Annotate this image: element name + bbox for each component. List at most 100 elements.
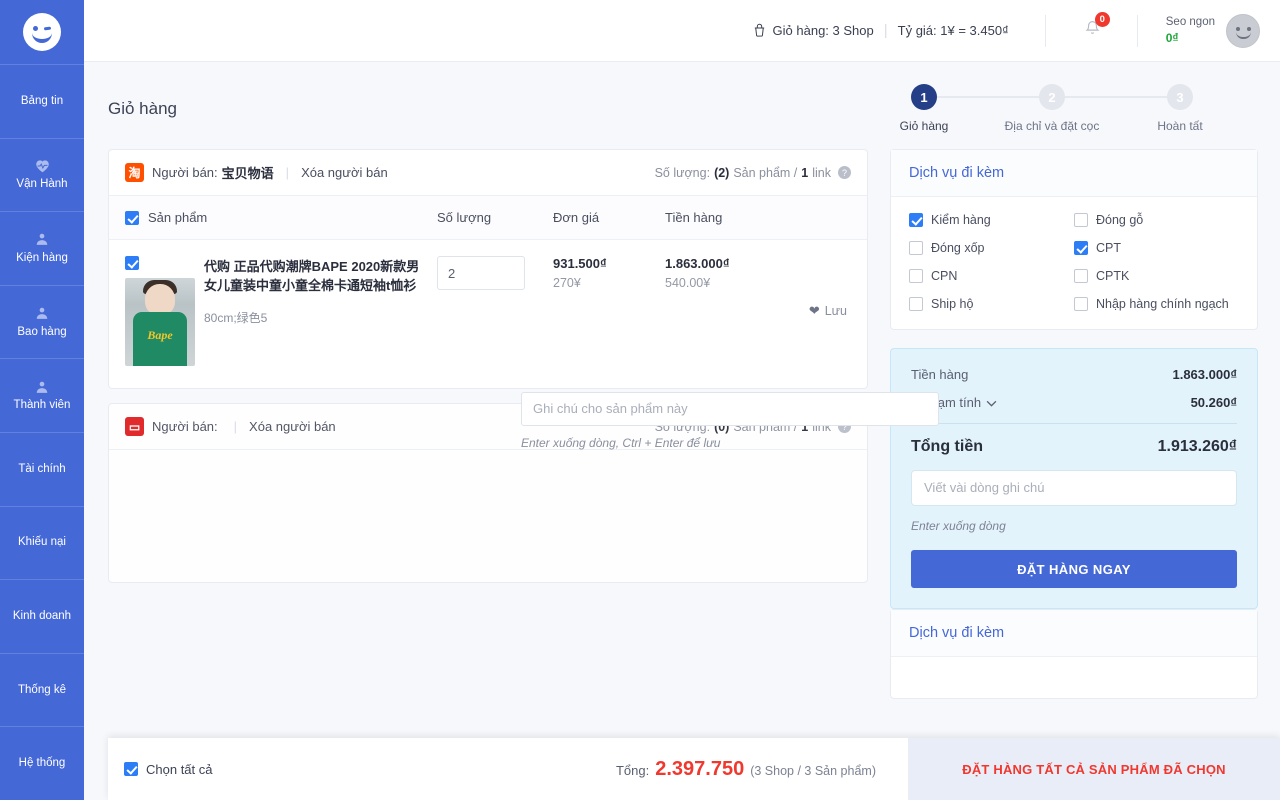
summary-goods-row: Tiền hàng 1.863.000₫: [911, 367, 1237, 382]
service-nhap-hang-chinh-ngach[interactable]: Nhập hàng chính ngạch: [1074, 297, 1239, 311]
unit-price-cell: 931.500₫ 270¥: [553, 256, 665, 366]
step-hoan-tat[interactable]: 3 Hoàn tất: [1116, 84, 1244, 133]
count-value: (2): [714, 165, 730, 180]
service-checkbox[interactable]: [1074, 269, 1088, 283]
amount-cell: 1.863.000₫ 540.00¥: [665, 256, 805, 366]
seller-sep-2: |: [233, 419, 238, 434]
service-checkbox[interactable]: [1074, 213, 1088, 227]
user-menu[interactable]: Seo ngon 0₫: [1165, 13, 1280, 48]
item-checkbox[interactable]: [125, 256, 139, 270]
select-all-seller-checkbox[interactable]: [125, 210, 139, 225]
user-icon: [35, 379, 49, 394]
delete-seller-button[interactable]: Xóa người bán: [301, 165, 388, 180]
sidebar-item-thong-ke[interactable]: Thống kê: [0, 652, 84, 727]
service-checkbox[interactable]: [1074, 297, 1088, 311]
bottom-total-label: Tổng:: [615, 762, 650, 778]
summary-fee-value: 50.260₫: [1190, 395, 1237, 410]
seller-sep: |: [285, 165, 290, 180]
service-label: CPN: [931, 269, 958, 283]
sidebar-item-label: Kiện hàng: [16, 251, 68, 264]
column-product-label: Sản phẩm: [148, 210, 208, 225]
unit-price-cny: 270¥: [553, 276, 581, 290]
product-thumbnail[interactable]: Bape: [125, 278, 195, 366]
sidebar-item-kien-hang[interactable]: Kiện hàng: [0, 211, 84, 285]
user-balance: 0₫: [1165, 31, 1179, 46]
page-title: Giỏ hàng: [108, 98, 177, 118]
header-cart-info[interactable]: Giỏ hàng: 3 Shop | Tỷ giá: 1¥ = 3.450₫: [752, 22, 1009, 39]
step-label: Địa chỉ và đặt cọc: [1004, 119, 1100, 133]
order-note-input[interactable]: [911, 470, 1237, 506]
cart-item-row: Bape 代购 正品代购潮牌BAPE 2020新款男女儿童装中童小童全棉卡通短袖…: [109, 240, 867, 388]
thumb-logo-text: Bape: [147, 328, 173, 342]
services-title: Dịch vụ đi kèm: [891, 150, 1257, 197]
user-icon: [35, 306, 49, 321]
service-checkbox[interactable]: [909, 241, 923, 255]
sidebar-item-label: Bao hàng: [17, 325, 67, 338]
summary-divider: [911, 423, 1237, 424]
bottom-total-value: 2.397.750: [655, 757, 745, 780]
sidebar-logo[interactable]: [0, 0, 84, 64]
sidebar-item-thanh-vien[interactable]: Thành viên: [0, 358, 84, 432]
header-rate-text: Tỷ giá: 1¥ = 3.450₫: [897, 23, 1009, 38]
service-checkbox[interactable]: [909, 297, 923, 311]
service-dong-go[interactable]: Đóng gỗ: [1074, 213, 1239, 227]
product-name[interactable]: 代购 正品代购潮牌BAPE 2020新款男女儿童装中童小童全棉卡通短袖t恤衫: [204, 257, 426, 295]
sidebar-item-label: Kinh doanh: [12, 609, 72, 622]
sidebar-item-tai-chinh[interactable]: Tài chính: [0, 431, 84, 506]
sidebar-item-label: Thành viên: [13, 399, 71, 412]
service-cpt[interactable]: CPT: [1074, 241, 1239, 255]
column-unit-price: Đơn giá: [553, 210, 600, 225]
step-gio-hang[interactable]: 1 Giỏ hàng: [860, 84, 1052, 133]
seller-count: Số lượng: (2) Sản phẩm / 1 link ?: [655, 166, 851, 180]
notification-bell-button[interactable]: 0: [1080, 12, 1110, 46]
question-mark-icon[interactable]: ?: [838, 166, 851, 179]
services-list: Kiểm hàng Đóng gỗ Đóng xốp CPT CPN CPTK …: [891, 197, 1257, 329]
service-kiem-hang[interactable]: Kiểm hàng: [909, 213, 1074, 227]
delete-seller-button-2[interactable]: Xóa người bán: [249, 419, 336, 434]
seller-identity: 淘 Người bán: 宝贝物语 | Xóa người bán: [125, 163, 388, 182]
sidebar-item-bao-hang[interactable]: Bao hàng: [0, 284, 84, 359]
product-attributes: 80cm;绿色5: [204, 311, 268, 325]
summary-fee-row[interactable]: Phí tạm tính 50.260₫: [911, 395, 1237, 410]
count-mid: Sản phẩm /: [733, 165, 798, 180]
service-checkbox[interactable]: [1074, 241, 1088, 255]
service-label: Đóng xốp: [931, 241, 985, 255]
chevron-down-icon[interactable]: [986, 395, 997, 410]
select-all-checkbox-wrap[interactable]: Chọn tất cả: [124, 762, 213, 777]
column-product: Sản phẩm: [125, 210, 437, 225]
save-label: Lưu: [824, 304, 847, 318]
service-checkbox[interactable]: [909, 213, 923, 227]
order-all-label: ĐẶT HÀNG TẤT CẢ SẢN PHẨM ĐÃ CHỌN: [962, 761, 1226, 777]
place-order-button[interactable]: ĐẶT HÀNG NGAY: [911, 550, 1237, 588]
item-note-hint: Enter xuống dòng, Ctrl + Enter để lưu: [521, 436, 721, 450]
sidebar-item-khieu-nai[interactable]: Khiếu nại: [0, 505, 84, 580]
save-item-button[interactable]: ❤ Lưu: [809, 256, 847, 366]
app-root: Bảng tin Vận Hành Kiện hàng Bao hàng Thà: [0, 0, 1280, 800]
service-checkbox[interactable]: [909, 269, 923, 283]
sidebar-item-label: Vận Hành: [16, 178, 68, 191]
quantity-input[interactable]: [437, 256, 525, 290]
step-dia-chi[interactable]: 2 Địa chỉ và đặt cọc: [988, 84, 1180, 133]
service-cpn[interactable]: CPN: [909, 269, 1074, 283]
summary-total-value: 1.913.260₫: [1157, 438, 1237, 455]
select-all-label: Chọn tất cả: [146, 761, 213, 777]
seller-card: 淘 Người bán: 宝贝物语 | Xóa người bán Số lượ…: [108, 149, 868, 389]
amount-cny: 540.00¥: [665, 276, 711, 290]
sidebar-item-van-hanh[interactable]: Vận Hành: [0, 137, 84, 212]
notification-badge: 0: [1094, 12, 1110, 27]
heart-icon: ❤: [808, 303, 820, 318]
summary-total-label: Tổng tiền: [911, 438, 983, 455]
item-note-input[interactable]: [521, 392, 939, 426]
seller-card-2: ▭ Người bán: | Xóa người bán Số lượng: (…: [108, 403, 868, 583]
sidebar-item-bang-tin[interactable]: Bảng tin: [0, 64, 84, 138]
sidebar-item-he-thong[interactable]: Hệ thống: [0, 726, 84, 800]
sidebar-item-kinh-doanh[interactable]: Kinh doanh: [0, 579, 84, 653]
service-cptk[interactable]: CPTK: [1074, 269, 1239, 283]
order-all-button[interactable]: ĐẶT HÀNG TẤT CẢ SẢN PHẨM ĐÃ CHỌN: [908, 738, 1280, 800]
service-ship-ho[interactable]: Ship hộ: [909, 297, 1074, 311]
select-all-checkbox[interactable]: [124, 762, 138, 776]
seller-name: 宝贝物语: [221, 166, 274, 181]
summary-total-row: Tổng tiền 1.913.260₫: [911, 438, 1237, 456]
service-dong-xop[interactable]: Đóng xốp: [909, 241, 1074, 255]
sidebar-item-label: Thống kê: [18, 683, 66, 696]
